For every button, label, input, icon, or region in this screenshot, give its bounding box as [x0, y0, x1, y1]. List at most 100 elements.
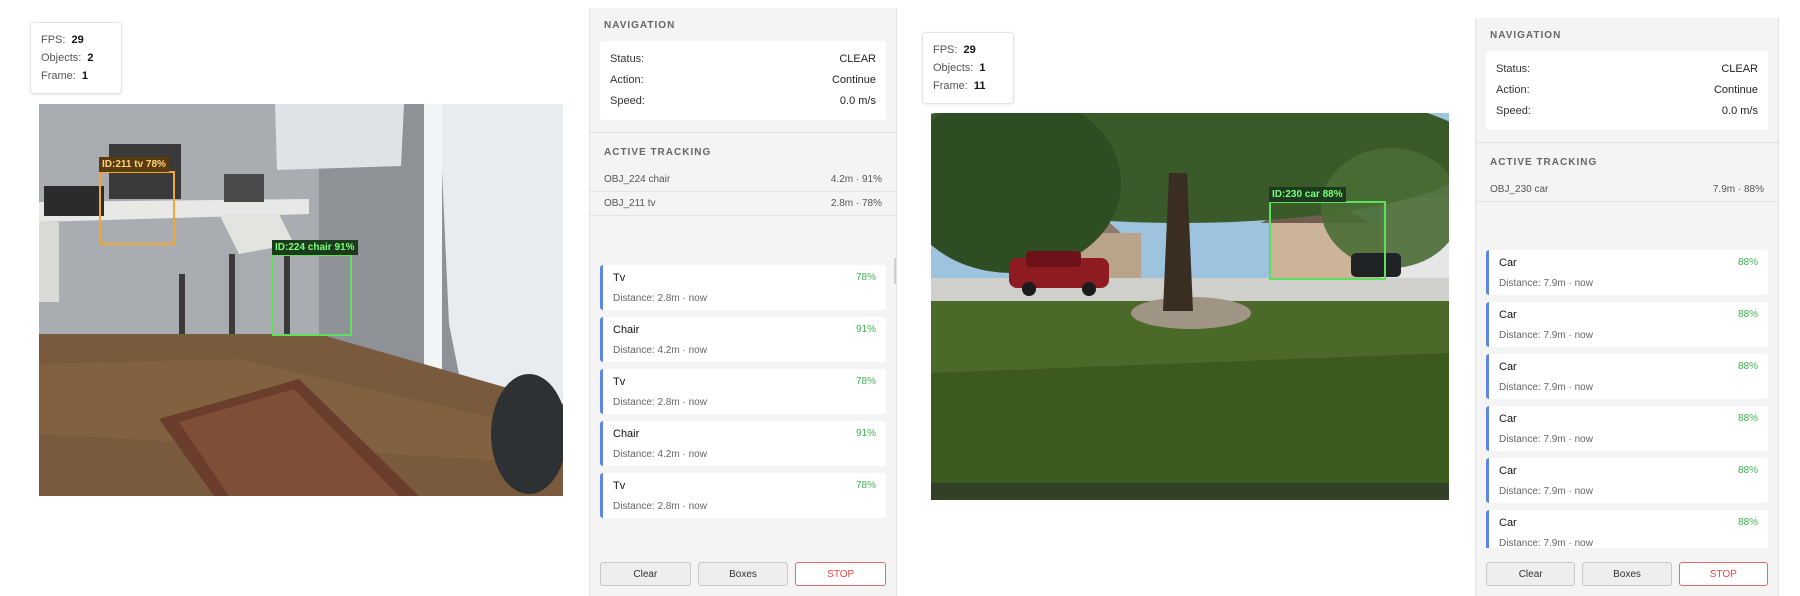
- frame-row: Frame: 1: [41, 67, 111, 85]
- detection-card[interactable]: Tv 78% Distance: 2.8m · now: [600, 369, 886, 414]
- card-confidence: 78%: [855, 480, 876, 491]
- card-name: Car: [1499, 465, 1517, 477]
- card-confidence: 88%: [1737, 361, 1758, 372]
- objects-label: Objects:: [933, 62, 974, 74]
- action-row: Action: Continue: [610, 70, 876, 91]
- card-name: Tv: [613, 376, 626, 388]
- clear-button[interactable]: Clear: [1486, 562, 1576, 586]
- detection-box-chair: ID:224 chair 91%: [272, 240, 358, 336]
- detection-card[interactable]: Car 88% Distance: 7.9m · now: [1486, 510, 1768, 548]
- scrollbar[interactable]: [894, 258, 896, 284]
- card-name: Car: [1499, 257, 1517, 269]
- detection-label-tv: ID:211 tv 78%: [99, 157, 169, 172]
- detection-card[interactable]: Tv 78% Distance: 2.8m · now: [600, 265, 886, 310]
- tracking-name: OBJ_211 tv: [604, 198, 656, 209]
- detection-label-chair: ID:224 chair 91%: [272, 240, 358, 255]
- status-value: CLEAR: [839, 53, 876, 65]
- speed-label: Speed:: [1496, 105, 1531, 117]
- detection-label-car: ID:230 car 88%: [1269, 187, 1346, 202]
- stats-overlay: FPS: 29 Objects: 2 Frame: 1: [30, 22, 122, 94]
- boxes-button[interactable]: Boxes: [1582, 562, 1672, 586]
- card-distance: Distance: 7.9m · now: [1499, 278, 1593, 289]
- navigation-status-box: Status: CLEAR Action: Continue Speed: 0.0 m…: [1486, 51, 1768, 130]
- detection-box-tv: ID:211 tv 78%: [99, 157, 175, 245]
- card-name: Car: [1499, 517, 1517, 529]
- detection-card[interactable]: Car 88% Distance: 7.9m · now: [1486, 354, 1768, 399]
- fps-label: FPS:: [933, 44, 958, 56]
- detection-card[interactable]: Chair 91% Distance: 4.2m · now: [600, 421, 886, 466]
- card-confidence: 88%: [1737, 257, 1758, 268]
- fps-row: FPS: 29: [933, 41, 1003, 59]
- detection-log-list[interactable]: Tv 78% Distance: 2.8m · now Chair 91% Dist…: [590, 265, 896, 549]
- card-name: Chair: [613, 324, 640, 336]
- objects-label: Objects:: [41, 52, 82, 64]
- card-distance: Distance: 7.9m · now: [1499, 382, 1593, 393]
- card-confidence: 88%: [1737, 413, 1758, 424]
- stats-overlay: FPS: 29 Objects: 1 Frame: 11: [922, 32, 1014, 104]
- card-name: Car: [1499, 413, 1517, 425]
- action-value: Continue: [1713, 84, 1758, 96]
- card-name: Car: [1499, 361, 1517, 373]
- card-confidence: 78%: [855, 272, 876, 283]
- status-row: Status: CLEAR: [1496, 59, 1758, 80]
- tracking-value: 7.9m · 88%: [1712, 184, 1764, 195]
- speed-value: 0.0 m/s: [839, 95, 876, 107]
- speed-value: 0.0 m/s: [1721, 105, 1758, 117]
- card-confidence: 88%: [1737, 465, 1758, 476]
- fps-label: FPS:: [41, 34, 66, 46]
- boxes-button[interactable]: Boxes: [697, 562, 789, 586]
- camera-feed-indoor: ID:211 tv 78% ID:224 chair 91%: [39, 104, 563, 496]
- stop-button[interactable]: STOP: [1678, 562, 1768, 586]
- tracking-name: OBJ_230 car: [1490, 184, 1549, 195]
- objects-row: Objects: 1: [933, 59, 1003, 77]
- action-label: Action:: [1496, 84, 1530, 96]
- detection-log-list[interactable]: Car 88% Distance: 7.9m · now Car 88% Dista…: [1476, 250, 1778, 548]
- status-label: Status:: [1496, 63, 1531, 75]
- frame-row: Frame: 11: [933, 77, 1003, 95]
- status-row: Status: CLEAR: [610, 49, 876, 70]
- detection-card[interactable]: Chair 91% Distance: 4.2m · now: [600, 317, 886, 362]
- card-name: Chair: [613, 428, 640, 440]
- action-value: Continue: [831, 74, 876, 86]
- tracking-row: OBJ_211 tv 2.8m · 78%: [590, 192, 896, 216]
- speed-label: Speed:: [610, 95, 645, 107]
- objects-value: 2: [87, 52, 94, 64]
- navigation-title: NAVIGATION: [604, 20, 676, 31]
- objects-row: Objects: 2: [41, 49, 111, 67]
- detection-card[interactable]: Car 88% Distance: 7.9m · now: [1486, 250, 1768, 295]
- card-distance: Distance: 4.2m · now: [613, 345, 707, 356]
- navigation-title: NAVIGATION: [1490, 30, 1562, 41]
- clear-button[interactable]: Clear: [600, 562, 691, 586]
- card-distance: Distance: 7.9m · now: [1499, 330, 1593, 341]
- tracking-row: OBJ_224 chair 4.2m · 91%: [590, 168, 896, 192]
- card-confidence: 91%: [855, 324, 876, 335]
- speed-row: Speed: 0.0 m/s: [610, 91, 876, 112]
- speed-row: Speed: 0.0 m/s: [1496, 101, 1758, 122]
- frame-label: Frame:: [933, 80, 968, 92]
- card-distance: Distance: 7.9m · now: [1499, 434, 1593, 445]
- tracking-row: OBJ_230 car 7.9m · 88%: [1476, 178, 1778, 202]
- objects-value: 1: [979, 62, 986, 74]
- control-button-bar: Clear Boxes STOP: [1476, 556, 1778, 596]
- card-name: Car: [1499, 309, 1517, 321]
- detection-card[interactable]: Car 88% Distance: 7.9m · now: [1486, 458, 1768, 503]
- stop-button[interactable]: STOP: [795, 562, 887, 586]
- detection-card[interactable]: Car 88% Distance: 7.9m · now: [1486, 406, 1768, 451]
- card-name: Tv: [613, 272, 626, 284]
- card-confidence: 88%: [1737, 517, 1758, 528]
- detection-box-car: ID:230 car 88%: [1269, 187, 1386, 280]
- detection-card[interactable]: Tv 78% Distance: 2.8m · now: [600, 473, 886, 518]
- action-label: Action:: [610, 74, 644, 86]
- card-name: Tv: [613, 480, 626, 492]
- card-distance: Distance: 2.8m · now: [613, 397, 707, 408]
- action-row: Action: Continue: [1496, 80, 1758, 101]
- card-distance: Distance: 2.8m · now: [613, 501, 707, 512]
- card-confidence: 91%: [855, 428, 876, 439]
- fps-value: 29: [963, 44, 976, 56]
- tracking-value: 2.8m · 78%: [830, 198, 882, 209]
- card-distance: Distance: 7.9m · now: [1499, 486, 1593, 497]
- control-button-bar: Clear Boxes STOP: [590, 556, 896, 596]
- fps-row: FPS: 29: [41, 31, 111, 49]
- card-confidence: 88%: [1737, 309, 1758, 320]
- detection-card[interactable]: Car 88% Distance: 7.9m · now: [1486, 302, 1768, 347]
